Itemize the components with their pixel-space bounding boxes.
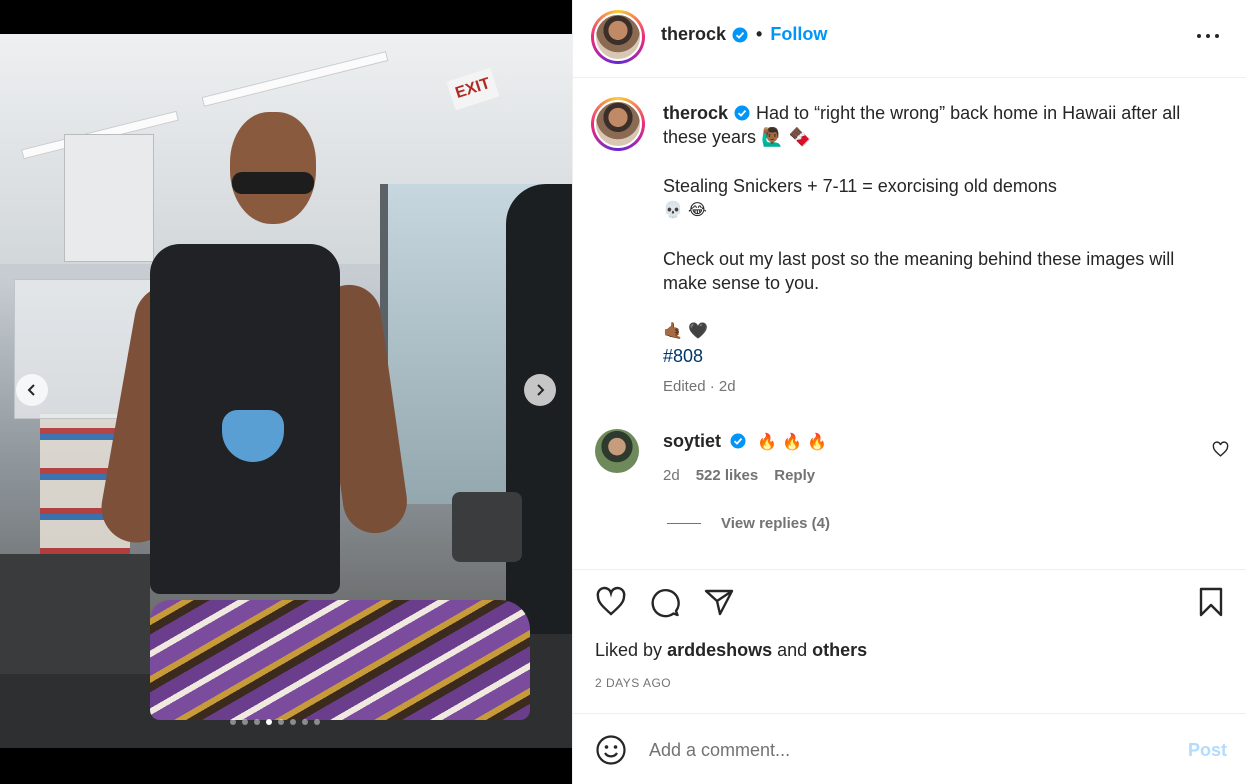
- carousel-dot: [302, 719, 308, 725]
- paper-plane-icon: [704, 589, 734, 616]
- photo-card-reader: [452, 492, 522, 562]
- post-panel: therock • Follow therock Had to “right t…: [572, 0, 1246, 784]
- bookmark-icon: [1199, 587, 1223, 617]
- carousel-dot: [254, 719, 260, 725]
- smiley-icon[interactable]: [595, 734, 627, 766]
- comment-bubble-icon: [651, 588, 680, 618]
- carousel-next-button[interactable]: [524, 374, 556, 406]
- author-row: therock • Follow: [661, 24, 827, 45]
- save-button[interactable]: [1195, 586, 1227, 618]
- view-replies-button[interactable]: View replies (4): [667, 515, 830, 532]
- carousel-dot: [290, 719, 296, 725]
- edited-label: Edited · 2d: [663, 378, 736, 396]
- carousel-prev-button[interactable]: [16, 374, 48, 406]
- caption-line: 💀 😂: [663, 200, 707, 220]
- caption-author-avatar[interactable]: [591, 97, 645, 151]
- photo-candy-pile: [150, 600, 530, 720]
- hashtag-link[interactable]: #808: [663, 346, 703, 366]
- comment-text: 🔥 🔥 🔥: [757, 432, 827, 451]
- carousel-dot: [242, 719, 248, 725]
- more-horizontal-icon[interactable]: [1195, 26, 1221, 46]
- comments-section[interactable]: therock Had to “right the wrong” back ho…: [573, 79, 1246, 569]
- post-date[interactable]: 2 DAYS AGO: [595, 676, 671, 690]
- photo-sunglasses: [232, 172, 314, 194]
- comment-body: soytiet 🔥 🔥 🔥: [663, 431, 827, 452]
- photo-head: [230, 112, 316, 224]
- heart-icon: [596, 586, 626, 616]
- post-photo[interactable]: EXIT: [0, 34, 572, 748]
- carousel-dot: [266, 719, 272, 725]
- carousel-dot: [278, 719, 284, 725]
- replies-line: [667, 523, 701, 524]
- commenter-avatar[interactable]: [595, 429, 639, 473]
- photo-sign: [64, 134, 154, 262]
- caption-line: 🤙🏾 🖤: [663, 321, 708, 341]
- verified-badge-icon: [732, 27, 748, 42]
- post-caption: therock Had to “right the wrong” back ho…: [663, 101, 1223, 400]
- share-button[interactable]: [703, 586, 735, 618]
- comment-input[interactable]: [649, 734, 1149, 766]
- post-media: EXIT: [0, 0, 572, 784]
- caption-username[interactable]: therock: [663, 103, 728, 123]
- comment-age: 2d: [663, 467, 680, 484]
- liked-by-and: and: [777, 640, 808, 660]
- separator-dot: •: [756, 24, 763, 44]
- chevron-right-icon: [537, 384, 545, 396]
- comment-like-icon[interactable]: [1212, 441, 1229, 458]
- liked-by-prefix: Liked by: [595, 640, 663, 660]
- photo-register: [0, 554, 150, 674]
- comment-reply-button[interactable]: Reply: [774, 467, 815, 484]
- caption-line: Check out my last post so the meaning be…: [663, 248, 1175, 294]
- commenter-username[interactable]: soytiet: [663, 431, 721, 451]
- comment-likes[interactable]: 522 likes: [696, 467, 759, 484]
- comment-composer: Post: [573, 714, 1246, 784]
- liked-by-user[interactable]: arddeshows: [667, 640, 772, 660]
- comment-meta: 2d 522 likes Reply: [663, 467, 815, 484]
- like-button[interactable]: [595, 586, 627, 618]
- carousel-dots: [230, 719, 320, 725]
- carousel-dot: [230, 719, 236, 725]
- post-comment-button[interactable]: Post: [1188, 740, 1227, 761]
- liked-by-text: Liked by arddeshows and others: [595, 640, 867, 661]
- post-header: therock • Follow: [573, 0, 1246, 78]
- author-username[interactable]: therock: [661, 24, 726, 45]
- verified-badge-icon: [730, 433, 746, 449]
- chevron-left-icon: [27, 384, 35, 396]
- liked-by-others[interactable]: others: [812, 640, 867, 660]
- post-actions: Liked by arddeshows and others 2 DAYS AG…: [573, 569, 1246, 714]
- comment-button[interactable]: [649, 586, 681, 618]
- view-replies-label: View replies (4): [721, 515, 830, 532]
- carousel-dot: [314, 719, 320, 725]
- verified-badge-icon: [734, 105, 750, 121]
- author-avatar[interactable]: [591, 10, 645, 64]
- caption-line: Stealing Snickers + 7-11 = exorcising ol…: [663, 175, 1057, 196]
- follow-button[interactable]: Follow: [770, 24, 827, 45]
